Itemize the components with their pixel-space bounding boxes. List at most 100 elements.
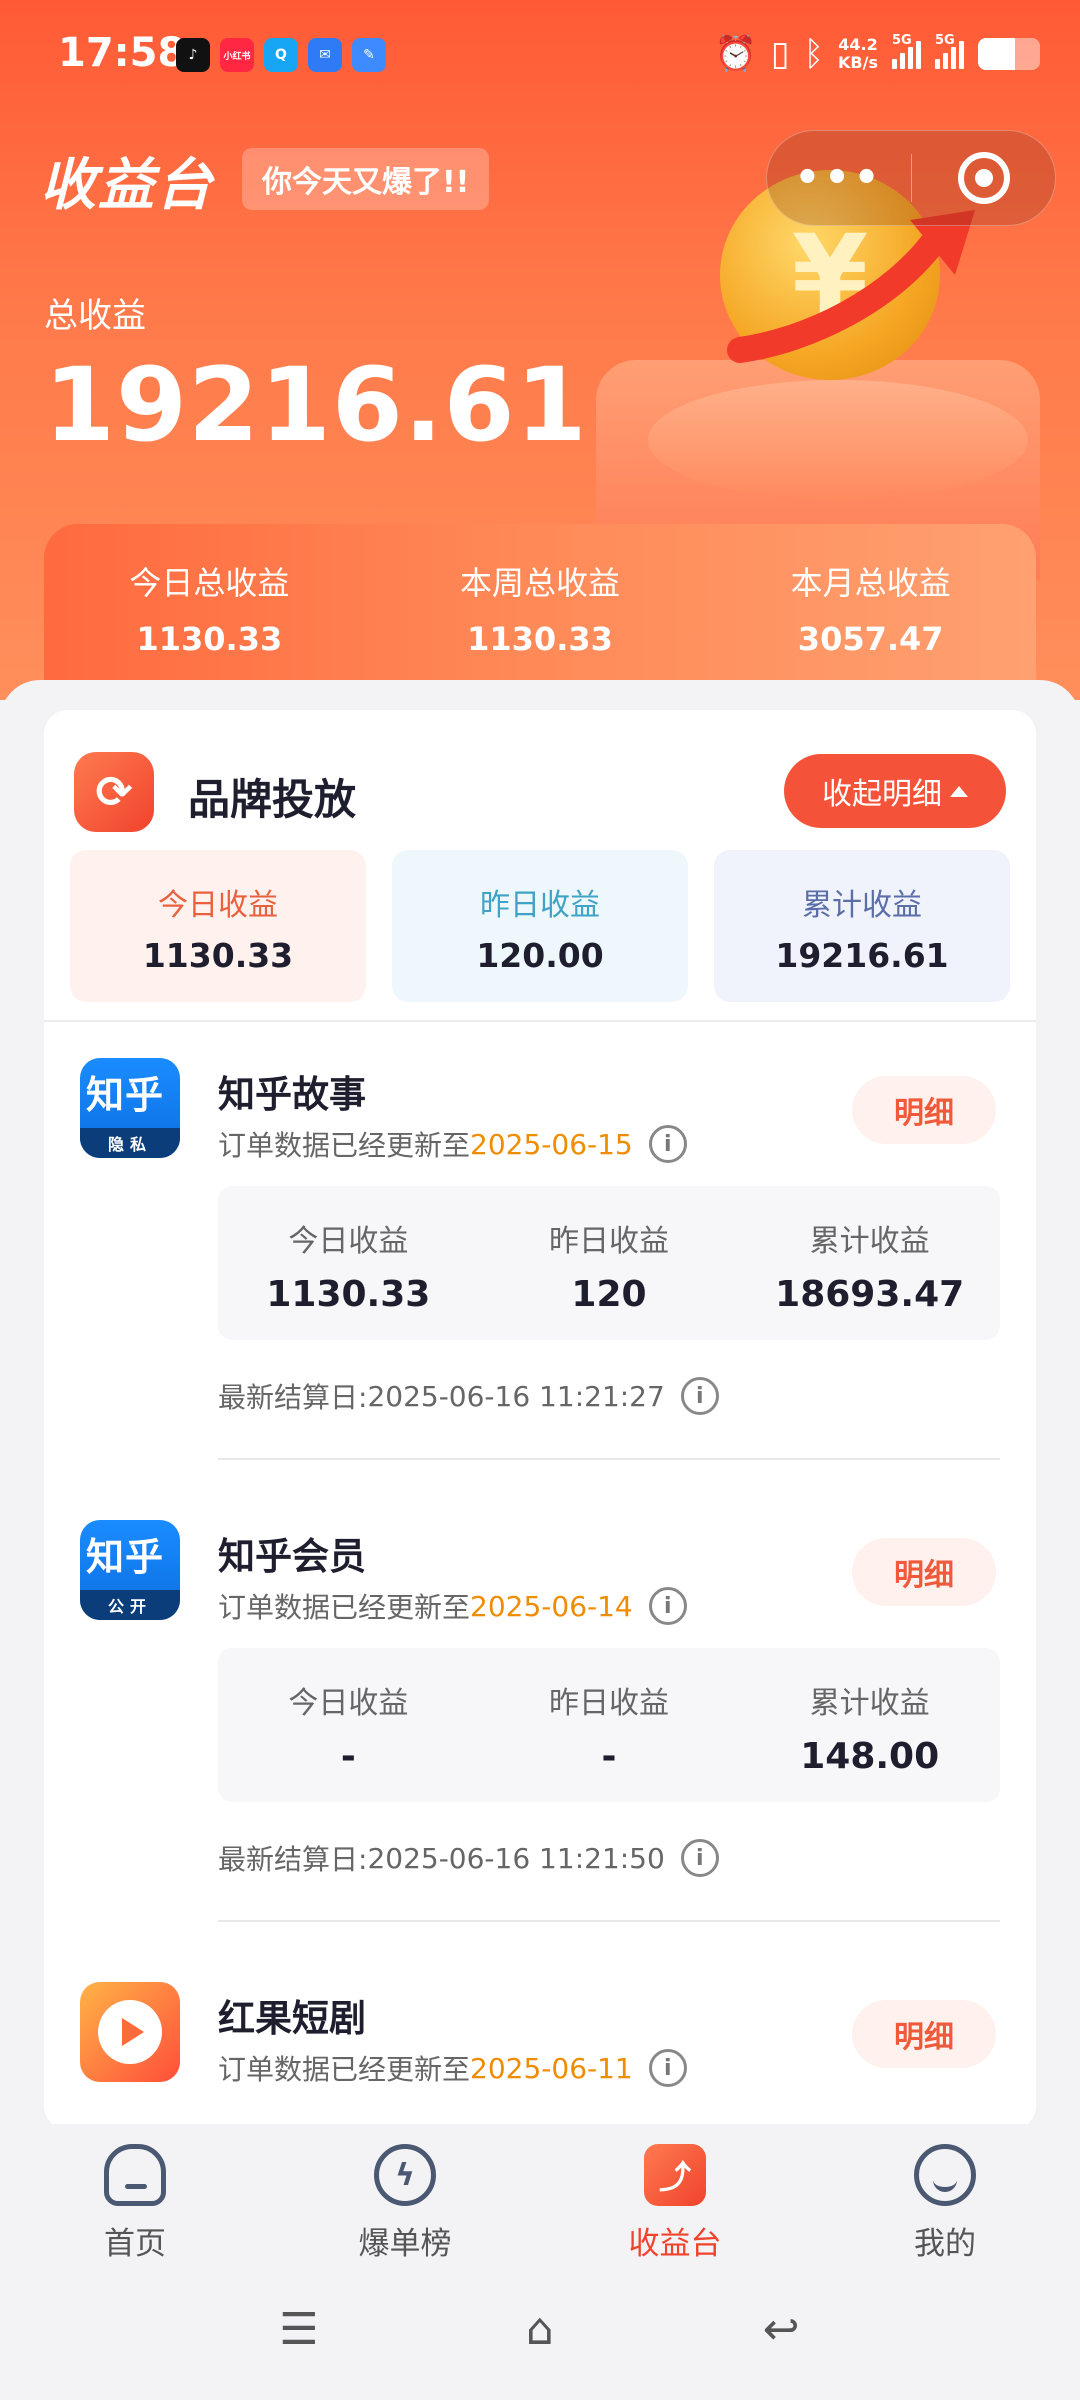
zhihu-icon: 知乎 隐私 [80,1058,180,1158]
collapse-label: 收起明细 [822,777,942,812]
miniapp-capsule: ••• [766,130,1056,226]
stat-yesterday: 昨日收益 120.00 [392,850,688,1002]
tab-label: 首页 [104,2226,166,2262]
info-icon[interactable]: i [648,1125,687,1163]
period-value: 1130.33 [467,620,613,658]
period-value: 3057.47 [797,620,944,658]
stat-label: 累计收益 [809,1686,930,1721]
app-item-zhihu-story: 知乎 隐私 知乎故事 订单数据已经更新至 2025-06-15 i 明细 今日收… [44,1058,1036,1518]
stat-label: 累计收益 [802,888,922,923]
hongguo-icon [80,1982,180,2082]
info-icon[interactable]: i [648,1587,687,1625]
app-update-info: 订单数据已经更新至 2025-06-15 i [218,1124,687,1164]
total-earnings-value: 19216.61 [44,346,588,465]
network-speed-value: 44.2 [838,35,878,54]
update-date: 2025-06-15 [470,1127,633,1161]
stat-value: 120.00 [476,936,604,975]
tab-hot-list[interactable]: ϟ 爆单榜 [270,2124,540,2264]
stat-value: 148.00 [800,1736,940,1777]
app-item-hongguo: 红果短剧 订单数据已经更新至 2025-06-11 i 明细 [44,1982,1036,2130]
period-label: 本月总收益 [790,564,951,602]
stat-value: 1130.33 [266,1274,431,1315]
tab-earnings[interactable]: ⤴ 收益台 [540,2124,810,2264]
network-speed: 44.2 KB/s [838,36,878,71]
pedestal-top-decoration [648,380,1028,500]
app-stats: 今日收益 1130.33 昨日收益 120 累计收益 18693.47 [218,1186,1000,1340]
home-outline-icon[interactable]: ⌂ [505,2294,575,2364]
tab-home[interactable]: 首页 [0,2124,270,2264]
menu-icon[interactable]: ☰ [264,2294,334,2364]
tab-label: 爆单榜 [358,2226,452,2262]
stat-label: 累计收益 [809,1224,930,1259]
total-earnings-label: 总收益 [44,296,146,336]
xiaohongshu-icon: 小红书 [220,38,254,72]
brand-name: 品牌投放 [188,775,357,824]
zhihu-icon-strip: 隐私 [80,1128,180,1158]
rising-arrow-icon [727,210,975,363]
play-circle [98,2000,162,2064]
stat-value: 19216.61 [775,936,949,975]
chat-icon: Q [264,38,298,72]
app-update-info: 订单数据已经更新至 2025-06-14 i [218,1586,687,1626]
settle-label: 最新结算日: [218,1843,368,1876]
zhihu-icon: 知乎 公开 [80,1520,180,1620]
app-stat-today: 今日收益 - [218,1648,479,1802]
info-icon[interactable]: i [680,1839,719,1877]
stat-total: 累计收益 19216.61 [714,850,1010,1002]
stat-label: 昨日收益 [549,1224,669,1259]
target-icon [957,152,1010,204]
profile-icon [914,2144,976,2206]
settlement-info: 最新结算日: 2025-06-16 11:21:50 i [218,1838,719,1878]
settle-time: 2025-06-16 11:21:50 [367,1841,665,1875]
status-time: 17:58 [58,30,186,76]
slogan-tag: 你今天又爆了!! [242,148,490,210]
app-stat-today: 今日收益 1130.33 [218,1186,479,1340]
back-icon[interactable]: ↩ [746,2294,816,2364]
detail-button[interactable]: 明细 [852,1538,996,1606]
vibrate-icon: ▯ [770,33,790,74]
app-update-info: 订单数据已经更新至 2025-06-11 i [218,2048,687,2088]
brand-card: ⟳ 品牌投放 收起明细 今日收益 1130.33 昨日收益 120.00 累计收… [44,710,1036,2130]
period-value: 1130.33 [136,620,283,658]
tab-profile[interactable]: 我的 [810,2124,1080,2264]
app-stats: 今日收益 - 昨日收益 - 累计收益 148.00 [218,1648,1000,1802]
stat-value: 120 [571,1274,647,1315]
period-label: 本周总收益 [460,564,621,602]
info-icon[interactable]: i [648,2049,687,2087]
lightning-icon: ϟ [374,2144,436,2206]
signal-icon: 5G [935,33,964,69]
more-dots-icon[interactable]: ••• [767,155,911,201]
stat-value: 1130.33 [142,936,294,975]
network-speed-unit: KB/s [838,52,878,72]
brand-logo-icon: ⟳ [74,752,154,832]
sim2-label: 5G [935,32,955,48]
alarm-icon: ⏰ [714,33,757,74]
update-date: 2025-06-11 [470,2051,633,2085]
app-item-zhihu-member: 知乎 公开 知乎会员 订单数据已经更新至 2025-06-14 i 明细 今日收… [44,1520,1036,1980]
info-icon[interactable]: i [680,1377,719,1415]
bluetooth-icon: ᛒ [803,33,825,74]
message-icon: ✉ [308,38,342,72]
status-bar: 17:58 ♪ 小红书 Q ✉ ✎ ⏰ ▯ ᛒ 44.2 KB/s 5G 5G [0,30,1080,90]
close-miniapp-button[interactable] [912,152,1055,204]
stat-today: 今日收益 1130.33 [70,850,366,1002]
settle-time: 2025-06-16 11:21:27 [367,1379,665,1413]
detail-button[interactable]: 明细 [852,1076,996,1144]
collapse-details-button[interactable]: 收起明细 [784,754,1006,828]
stat-label: 昨日收益 [549,1686,669,1721]
settle-label: 最新结算日: [218,1381,368,1414]
feather-icon: ✎ [352,38,386,72]
row-divider [218,1920,1000,1922]
system-nav-bar: ☰ ⌂ ↩ [0,2264,1080,2400]
sim1-label: 5G [892,32,912,48]
page-title: 收益台 [40,153,214,218]
detail-button[interactable]: 明细 [852,2000,996,2068]
stat-value: - [340,1736,356,1777]
bottom-tab-bar: 首页 ϟ 爆单榜 ⤴ 收益台 我的 [0,2124,1080,2264]
battery-level [978,37,1016,70]
app-stat-total: 累计收益 148.00 [739,1648,1000,1802]
section-divider [44,1020,1036,1022]
caret-up-icon [950,785,968,797]
app-name: 知乎故事 [218,1073,366,1116]
status-indicators: ⏰ ▯ ᛒ 44.2 KB/s 5G 5G [714,32,1040,74]
